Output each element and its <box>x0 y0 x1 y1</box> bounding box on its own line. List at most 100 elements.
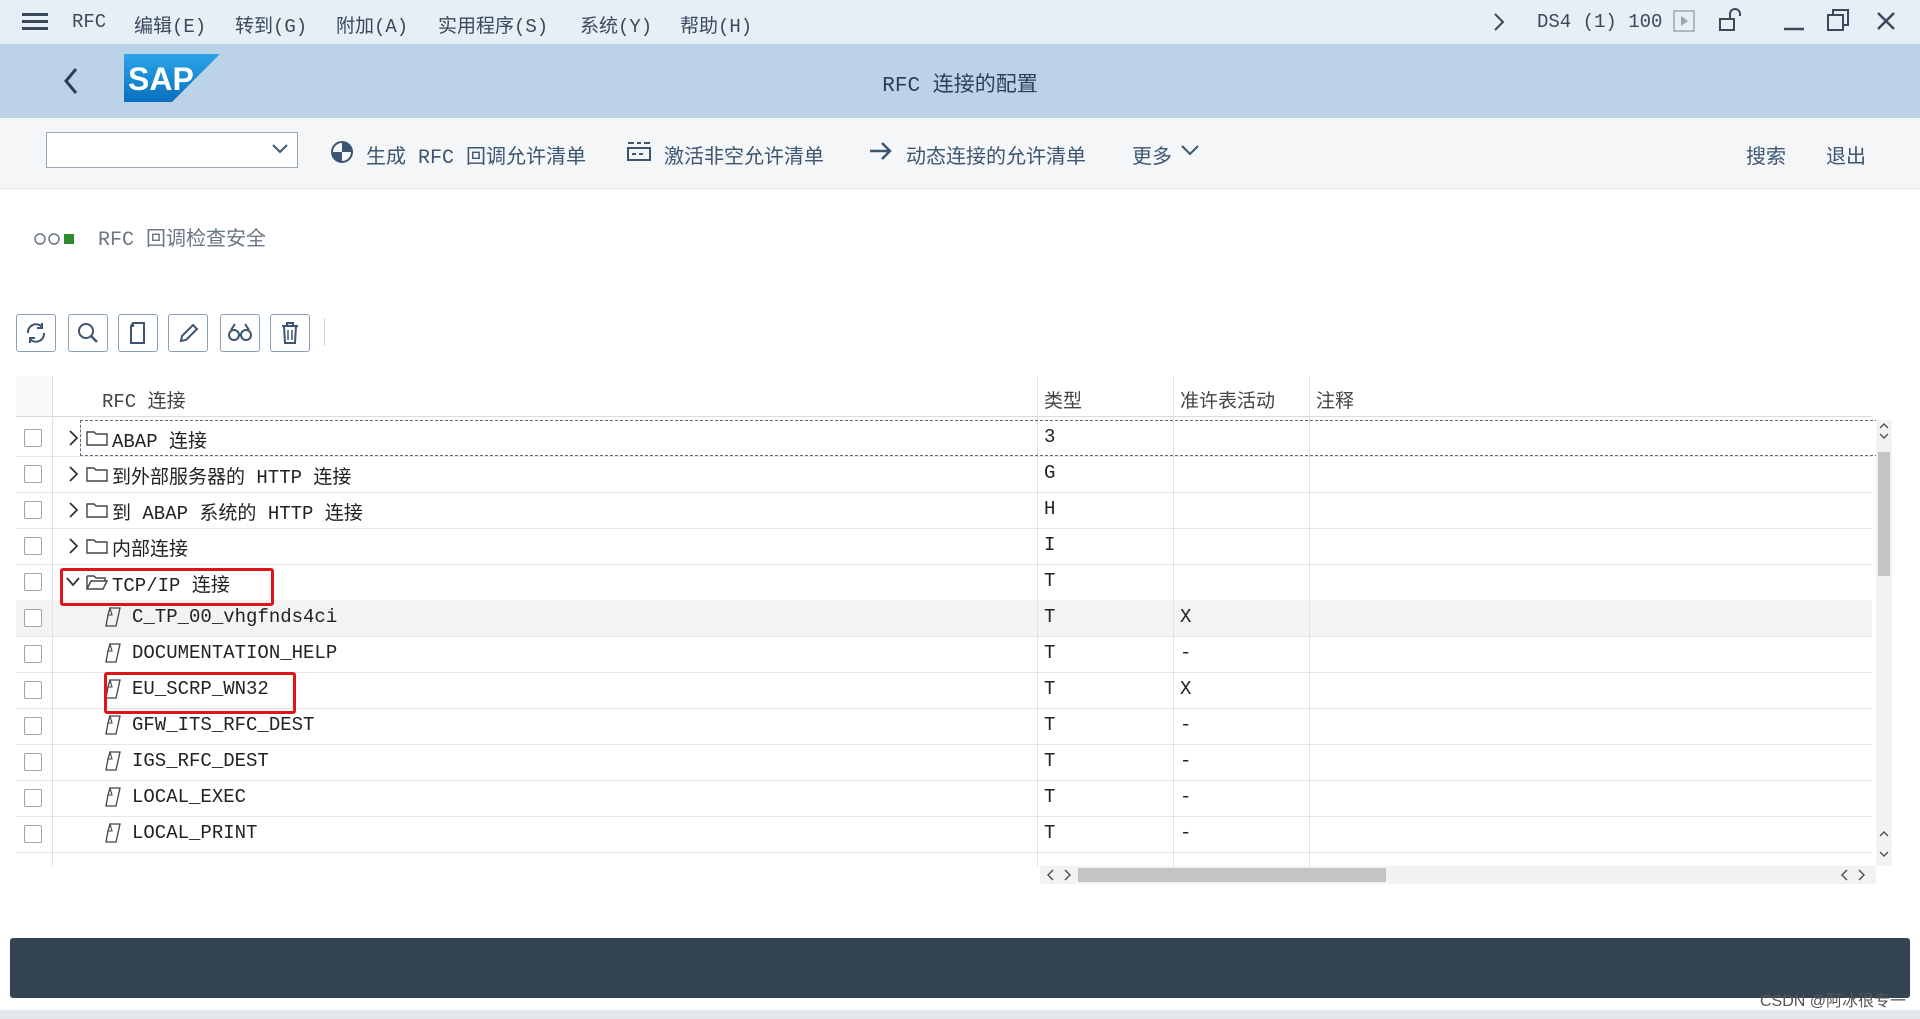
menu-goto[interactable]: 转到(G) <box>235 11 307 38</box>
menu-extras[interactable]: 附加(A) <box>336 11 408 38</box>
page-title: RFC 连接的配置 <box>882 75 1038 98</box>
table-row[interactable]: ABAP 连接 3 <box>16 420 1872 457</box>
activate-icon <box>627 142 651 161</box>
menu-system[interactable]: 系统(Y) <box>580 11 652 38</box>
row-type: T <box>1044 570 1056 592</box>
row-connection-name: 内部连接 <box>112 539 189 561</box>
row-type: I <box>1044 534 1056 556</box>
row-checkbox[interactable] <box>24 825 42 843</box>
chevron-down-icon <box>272 144 288 154</box>
hamburger-menu-icon[interactable] <box>22 13 48 31</box>
row-checkbox[interactable] <box>24 501 42 519</box>
delete-button[interactable] <box>270 314 310 352</box>
watermark: CSDN @阿冰很专一 <box>1759 993 1906 1010</box>
row-allowlist-active: - <box>1180 822 1192 844</box>
chevron-right-icon[interactable] <box>66 430 80 446</box>
row-checkbox[interactable] <box>24 573 42 591</box>
chevron-right-icon[interactable] <box>66 466 80 482</box>
restore-icon[interactable] <box>1826 8 1850 32</box>
scroll-up-icon[interactable] <box>1878 420 1890 442</box>
generate-allowlist-button[interactable]: 生成 RFC 回调允许清单 <box>366 140 586 170</box>
horizontal-scrollbar[interactable] <box>1040 866 1876 884</box>
row-checkbox[interactable] <box>24 465 42 483</box>
display-button[interactable] <box>220 314 260 352</box>
row-checkbox[interactable] <box>24 609 42 627</box>
minimize-icon[interactable] <box>1782 12 1806 32</box>
row-checkbox[interactable] <box>24 537 42 555</box>
status-lights-icon <box>34 232 74 245</box>
variant-select[interactable] <box>46 132 298 168</box>
play-icon[interactable] <box>1673 10 1695 32</box>
trash-icon <box>282 322 298 344</box>
chevron-right-icon[interactable] <box>1492 12 1506 32</box>
vertical-scroll-thumb[interactable] <box>1878 452 1890 576</box>
rfc-connection-tree-table: RFC 连接 类型 准许表活动 注释 ABAP 连接 3 到外部服务器的 HTTP … <box>16 376 1892 884</box>
application-toolbar: 生成 RFC 回调允许清单 激活非空允许清单 动态连接的允许清单 更多 搜索 退… <box>0 118 1920 189</box>
table-row[interactable]: 内部连接 I <box>16 528 1872 565</box>
folder-icon <box>86 431 108 446</box>
close-icon[interactable] <box>1875 10 1897 32</box>
row-type: T <box>1044 822 1056 844</box>
edit-button[interactable] <box>168 314 208 352</box>
row-type: T <box>1044 786 1056 808</box>
menu-edit[interactable]: 编辑(E) <box>134 11 206 38</box>
rfc-destination-icon <box>105 751 121 771</box>
table-row[interactable]: DOCUMENTATION_HELP T - <box>16 636 1872 673</box>
table-row[interactable]: C_TP_00_vhgfnds4ci T X <box>16 600 1872 637</box>
lock-open-icon[interactable] <box>1717 7 1743 33</box>
dynamic-allowlist-button[interactable]: 动态连接的允许清单 <box>906 140 1086 170</box>
row-checkbox[interactable] <box>24 753 42 771</box>
row-checkbox[interactable] <box>24 789 42 807</box>
horizontal-scroll-thumb[interactable] <box>1078 868 1386 882</box>
highlight-box-eu-scrp <box>104 672 296 714</box>
search-tool-button[interactable] <box>68 314 108 352</box>
menu-rfc[interactable]: RFC <box>72 11 106 33</box>
table-row[interactable]: LOCAL_EXEC T - <box>16 780 1872 817</box>
row-connection-name: IGS_RFC_DEST <box>132 750 269 772</box>
menu-utilities[interactable]: 实用程序(S) <box>438 11 548 38</box>
title-bar: SAP RFC 连接的配置 <box>0 44 1920 118</box>
create-button[interactable] <box>118 314 158 352</box>
rfc-destination-icon <box>105 607 121 627</box>
row-connection-name: LOCAL_EXEC <box>132 786 247 808</box>
refresh-button[interactable] <box>16 314 56 352</box>
row-connection-name: 到外部服务器的 HTTP 连接 <box>112 467 352 489</box>
column-divider <box>1037 376 1038 866</box>
scroll-left-right-icon[interactable] <box>1840 868 1866 882</box>
row-allowlist-active: - <box>1180 786 1192 808</box>
chevron-right-icon[interactable] <box>66 502 80 518</box>
vertical-scrollbar[interactable] <box>1876 420 1892 866</box>
new-document-icon <box>130 322 145 344</box>
table-row[interactable]: TCP/IP 连接 T <box>16 564 1872 601</box>
row-allowlist-active: - <box>1180 714 1192 736</box>
more-button[interactable]: 更多 <box>1132 140 1172 170</box>
header-divider <box>16 416 1872 417</box>
table-row[interactable]: 到外部服务器的 HTTP 连接 G <box>16 456 1872 493</box>
scroll-down-icon[interactable] <box>1878 830 1890 860</box>
chevron-right-icon[interactable] <box>66 538 80 554</box>
exit-button[interactable]: 退出 <box>1826 140 1866 170</box>
search-button[interactable]: 搜索 <box>1746 140 1786 170</box>
activate-allowlist-button[interactable]: 激活非空允许清单 <box>664 140 824 170</box>
row-type: 3 <box>1044 426 1056 448</box>
table-row[interactable]: 到 ABAP 系统的 HTTP 连接 H <box>16 492 1872 529</box>
toolbar-divider <box>324 318 325 346</box>
row-checkbox[interactable] <box>24 717 42 735</box>
row-checkbox[interactable] <box>24 429 42 447</box>
folder-icon <box>86 467 108 482</box>
header-select-all[interactable] <box>16 376 53 416</box>
row-type: H <box>1044 498 1056 520</box>
row-allowlist-active: X <box>1180 678 1192 700</box>
folder-icon <box>86 503 108 518</box>
menu-help[interactable]: 帮助(H) <box>680 11 752 38</box>
search-icon <box>78 323 98 343</box>
table-row[interactable]: LOCAL_PRINT T - <box>16 816 1872 853</box>
scroll-left-right-icon[interactable] <box>1046 868 1072 882</box>
row-checkbox[interactable] <box>24 645 42 663</box>
row-type: T <box>1044 642 1056 664</box>
row-connection-name: ABAP 连接 <box>112 431 208 453</box>
row-connection-name: 到 ABAP 系统的 HTTP 连接 <box>112 503 363 525</box>
table-row[interactable]: IGS_RFC_DEST T - <box>16 744 1872 781</box>
glasses-icon <box>228 323 252 341</box>
row-checkbox[interactable] <box>24 681 42 699</box>
